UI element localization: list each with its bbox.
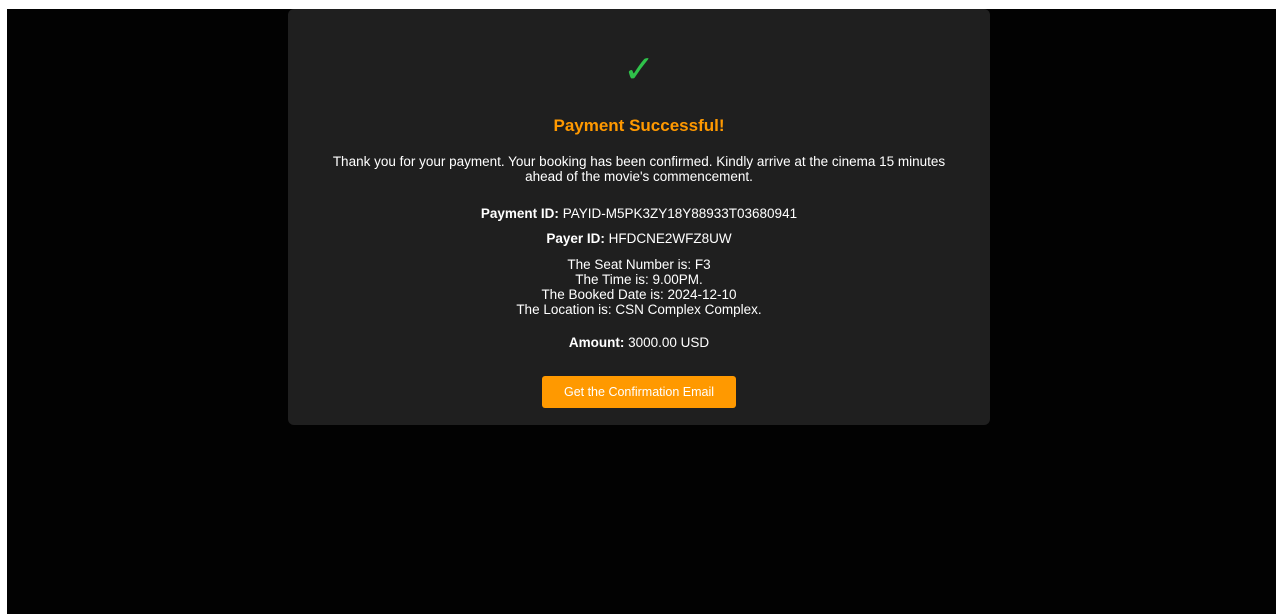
show-time-text: The Time is: 9.00PM.	[575, 272, 703, 287]
payment-id-value: PAYID-M5PK3ZY18Y88933T03680941	[562, 206, 798, 221]
booked-date-text: The Booked Date is: 2024-12-10	[541, 287, 737, 302]
payment-id-row: Payment ID: PAYID-M5PK3ZY18Y88933T036809…	[288, 206, 990, 221]
location-text: The Location is: CSN Complex Complex.	[516, 302, 762, 317]
confirmation-message: Thank you for your payment. Your booking…	[332, 154, 946, 184]
seat-number-text: The Seat Number is: F3	[567, 257, 711, 272]
payment-success-card: ✓ Payment Successful! Thank you for your…	[288, 9, 990, 425]
amount-row: Amount: 3000.00 USD	[288, 335, 990, 350]
payment-id-label: Payment ID:	[480, 206, 559, 221]
page-background: ✓ Payment Successful! Thank you for your…	[7, 9, 1276, 614]
booking-details: The Seat Number is: F3 The Time is: 9.00…	[288, 257, 990, 317]
page-title: Payment Successful!	[553, 116, 725, 135]
amount-label: Amount:	[568, 335, 625, 350]
payer-id-row: Payer ID: HFDCNE2WFZ8UW	[288, 231, 990, 246]
get-confirmation-email-button[interactable]: Get the Confirmation Email	[542, 376, 736, 408]
check-mark-icon: ✓	[623, 47, 655, 91]
payer-id-label: Payer ID:	[546, 231, 605, 246]
amount-value: 3000.00 USD	[628, 335, 710, 350]
payer-id-value: HFDCNE2WFZ8UW	[608, 231, 732, 246]
